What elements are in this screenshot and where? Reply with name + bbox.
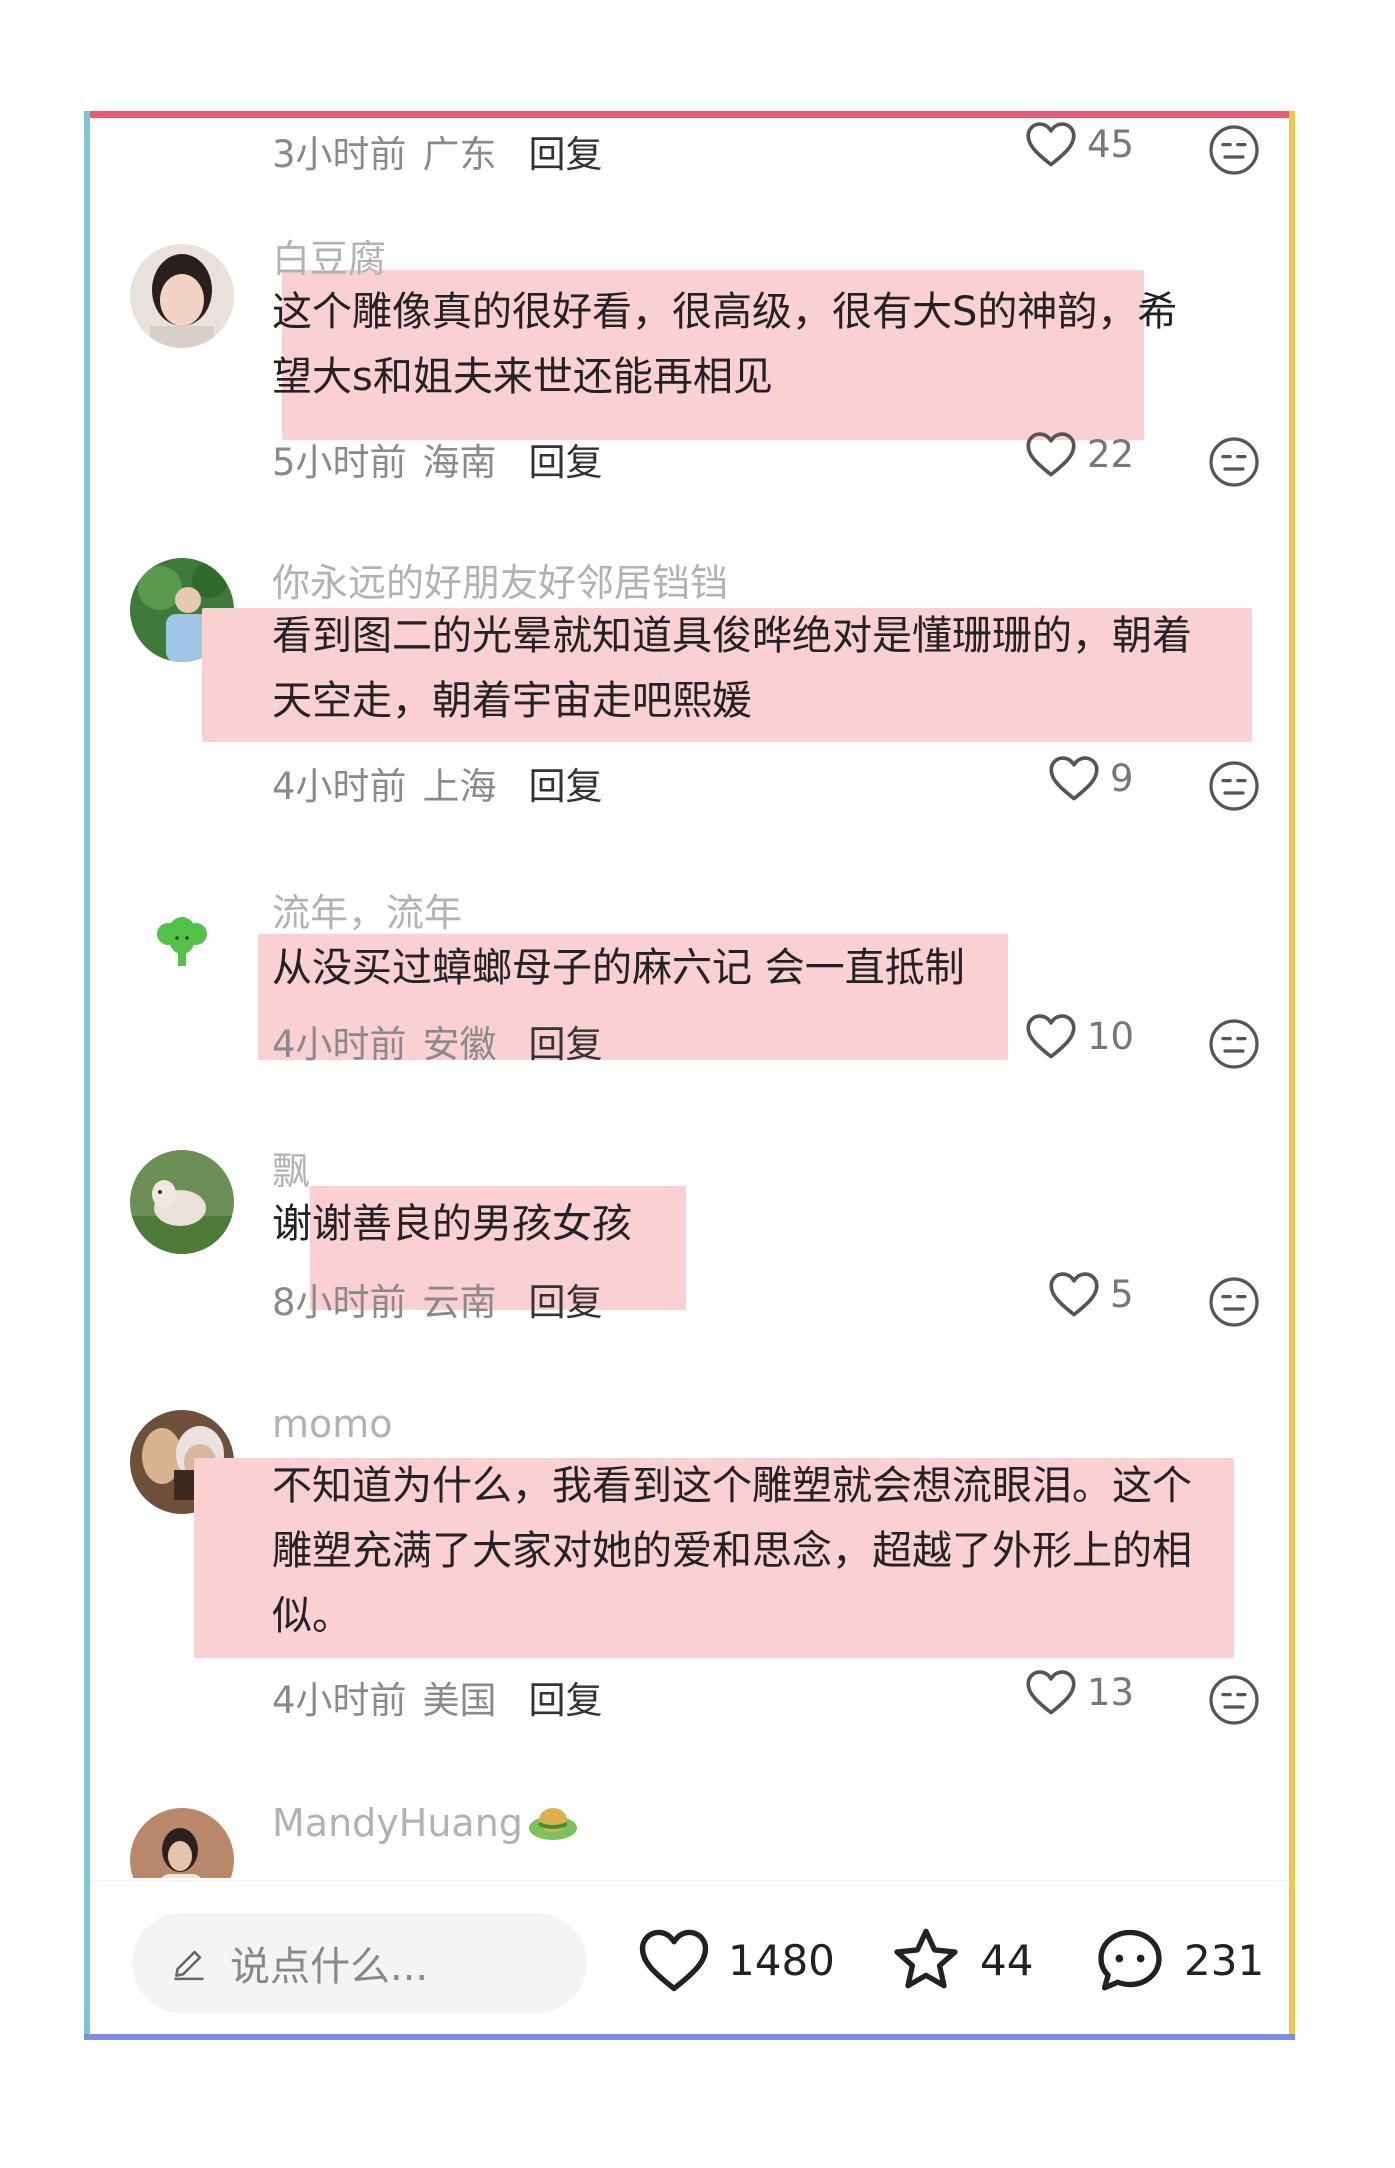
like-button[interactable]: 22 xyxy=(1025,430,1134,478)
comment-line: 望大s和姐夫来世还能再相见 xyxy=(272,354,773,400)
avatar[interactable] xyxy=(130,1150,234,1254)
comment-meta: 8小时前 云南 回复 xyxy=(272,1272,603,1326)
comment-username-row: MandyHuang xyxy=(272,1800,579,1846)
heart-icon xyxy=(639,1929,709,1992)
like-count: 9 xyxy=(1110,756,1134,800)
comment-line: 雕塑充满了大家对她的爱和思念，超越了外形上的相 xyxy=(272,1528,1192,1574)
neutral-face-icon[interactable] xyxy=(1208,760,1260,812)
avatar[interactable] xyxy=(130,888,234,992)
comment-input[interactable]: 说点什么... xyxy=(132,1913,587,2013)
like-button[interactable]: 45 xyxy=(1025,120,1134,168)
comment-list[interactable]: 3小时前 广东 回复 45 白豆腐 这个雕像真的很好看，很高级，很有大S的神韵，希 … xyxy=(90,118,1289,1878)
comment-line: 谢谢善良的男孩女孩 xyxy=(272,1201,632,1247)
comment-line: 从没买过蟑螂母子的麻六记 会一直抵制 xyxy=(272,945,965,991)
comment-line: 似。 xyxy=(272,1593,352,1639)
comment-username[interactable]: 飘 xyxy=(272,1140,310,1195)
comment-line: 这个雕像真的很好看，很高级，很有大S的神韵，希 xyxy=(272,289,1178,335)
avatar[interactable] xyxy=(130,244,234,348)
comment-text: 看到图二的光晕就知道具俊晔绝对是懂珊珊的，朝着 天空走，朝着宇宙走吧熙媛 xyxy=(272,604,1272,734)
chat-bubble-icon xyxy=(1098,1929,1162,1991)
neutral-face-icon[interactable] xyxy=(1208,124,1260,176)
avatar[interactable] xyxy=(130,1808,234,1878)
neutral-face-icon[interactable] xyxy=(1208,1276,1260,1328)
comment-line: 天空走，朝着宇宙走吧熙媛 xyxy=(272,678,752,724)
neutral-face-icon[interactable] xyxy=(1208,436,1260,488)
comment-time: 4小时前 xyxy=(272,1023,407,1066)
comment-region: 海南 xyxy=(422,441,497,484)
comment-region: 云南 xyxy=(422,1281,497,1324)
heart-icon xyxy=(1026,432,1076,477)
comment-time: 8小时前 xyxy=(272,1281,407,1324)
like-post-button[interactable]: 1480 xyxy=(638,1926,835,1994)
like-button[interactable]: 9 xyxy=(1048,754,1134,802)
reply-button[interactable]: 回复 xyxy=(529,1679,603,1722)
comment-region: 美国 xyxy=(422,1679,497,1722)
like-count: 45 xyxy=(1087,122,1135,166)
frame-border-top xyxy=(84,111,1295,118)
comment-username[interactable]: MandyHuang xyxy=(272,1801,523,1845)
heart-icon xyxy=(1026,1670,1076,1715)
comment-meta: 5小时前 海南 回复 xyxy=(272,432,603,486)
heart-icon xyxy=(1026,1014,1076,1059)
comment-input-placeholder: 说点什么... xyxy=(230,1944,429,1990)
heart-icon xyxy=(1026,122,1076,167)
comment-meta: 4小时前 安徽 回复 xyxy=(272,1014,603,1068)
star-icon xyxy=(894,1928,958,1989)
like-button[interactable]: 5 xyxy=(1048,1270,1134,1318)
like-button[interactable]: 13 xyxy=(1025,1668,1134,1716)
frame-border-left xyxy=(84,111,90,2040)
comment-time: 4小时前 xyxy=(272,765,407,808)
comment-username[interactable]: 流年，流年 xyxy=(272,882,462,937)
comment-meta: 3小时前 广东 回复 xyxy=(272,124,603,178)
comment-region: 安徽 xyxy=(422,1023,497,1066)
heart-icon xyxy=(1049,1272,1099,1317)
frame-border-bottom xyxy=(84,2034,1295,2040)
comment-region: 上海 xyxy=(422,765,497,808)
frame-border-right xyxy=(1289,111,1295,2040)
comment-text: 谢谢善良的男孩女孩 xyxy=(272,1192,1272,1257)
comment-username[interactable]: 你永远的好朋友好邻居铛铛 xyxy=(272,552,728,607)
like-count: 5 xyxy=(1110,1272,1134,1316)
reply-button[interactable]: 回复 xyxy=(529,441,603,484)
comments-button[interactable]: 231 xyxy=(1094,1926,1264,1994)
reply-button[interactable]: 回复 xyxy=(529,765,603,808)
heart-icon xyxy=(1049,756,1099,801)
like-count: 13 xyxy=(1087,1670,1135,1714)
comment-count: 231 xyxy=(1184,1935,1265,1985)
comment-text: 从没买过蟑螂母子的麻六记 会一直抵制 xyxy=(272,936,1272,1001)
reply-button[interactable]: 回复 xyxy=(529,1023,603,1066)
comment-time: 3小时前 xyxy=(272,133,407,176)
comment-line: 看到图二的光晕就知道具俊晔绝对是懂珊珊的，朝着 xyxy=(272,613,1192,659)
comment-meta: 4小时前 上海 回复 xyxy=(272,756,603,810)
comment-region: 广东 xyxy=(422,133,497,176)
comment-username[interactable]: momo xyxy=(272,1402,393,1446)
bottom-action-bar: 说点什么... 1480 44 231 xyxy=(90,1880,1289,2035)
comment-time: 4小时前 xyxy=(272,1679,407,1722)
comment-time: 5小时前 xyxy=(272,441,407,484)
favorite-button[interactable]: 44 xyxy=(890,1926,1033,1994)
like-count: 10 xyxy=(1087,1014,1135,1058)
reply-button[interactable]: 回复 xyxy=(529,1281,603,1324)
comment-text: 不知道为什么，我看到这个雕塑就会想流眼泪。这个 雕塑充满了大家对她的爱和思念，超… xyxy=(272,1454,1272,1649)
neutral-face-icon[interactable] xyxy=(1208,1018,1260,1070)
reply-button[interactable]: 回复 xyxy=(529,133,603,176)
comment-text: 这个雕像真的很好看，很高级，很有大S的神韵，希 望大s和姐夫来世还能再相见 xyxy=(272,280,1272,410)
comment-username[interactable]: 白豆腐 xyxy=(272,228,386,283)
comment-meta: 4小时前 美国 回复 xyxy=(272,1670,603,1724)
pencil-icon xyxy=(174,1950,204,1981)
straw-hat-emoji-icon xyxy=(528,1808,577,1840)
comment-line: 不知道为什么，我看到这个雕塑就会想流眼泪。这个 xyxy=(272,1463,1192,1509)
like-count: 22 xyxy=(1087,432,1135,476)
like-button[interactable]: 10 xyxy=(1025,1012,1134,1060)
post-like-count: 1480 xyxy=(728,1935,835,1985)
favorite-count: 44 xyxy=(980,1935,1034,1985)
neutral-face-icon[interactable] xyxy=(1208,1674,1260,1726)
